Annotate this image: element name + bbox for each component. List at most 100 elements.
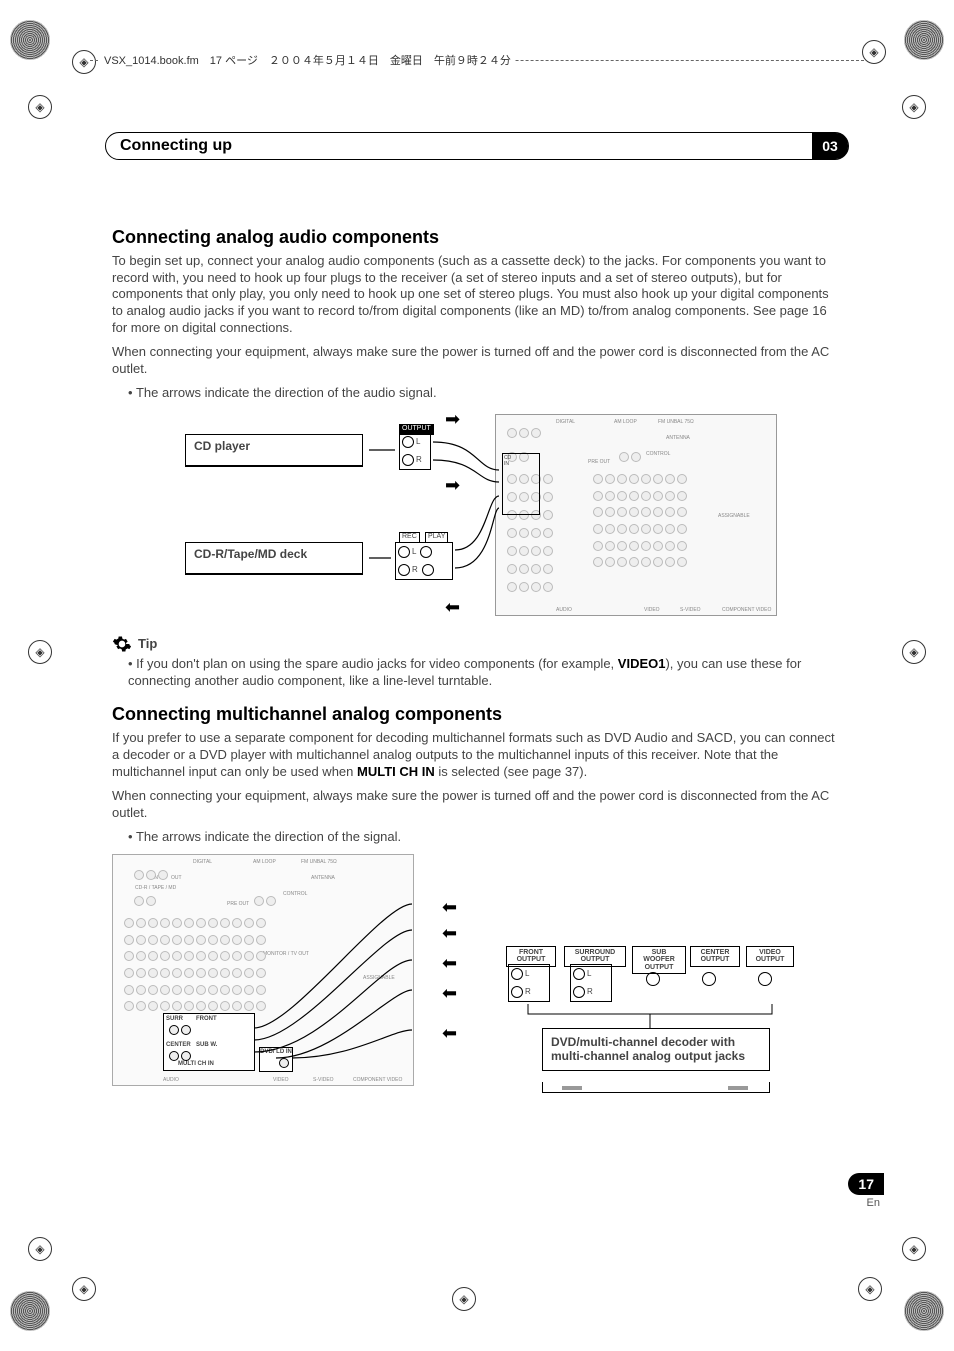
label-l: L <box>412 548 416 556</box>
page-content: Connecting analog audio components To be… <box>112 226 842 1124</box>
para-analog-intro: To begin set up, connect your analog aud… <box>112 253 842 336</box>
jack-surround-output: L R <box>570 964 612 1002</box>
jack-video <box>758 972 772 986</box>
para2-post: is selected (see page 37). <box>435 764 587 779</box>
register-mark-icon <box>862 40 886 64</box>
arrow-right-icon: ➡ <box>445 408 460 431</box>
panel-label-component: COMPONENT VIDEO <box>353 1077 402 1083</box>
label-r: R <box>412 566 418 574</box>
panel-label-out: OUT <box>171 875 182 881</box>
para-power-warning-2: When connecting your equipment, always m… <box>112 788 842 821</box>
register-mark-icon <box>902 1237 926 1261</box>
box-center-output: CENTER OUTPUT <box>690 946 740 967</box>
para-multichannel-intro: If you prefer to use a separate componen… <box>112 730 842 780</box>
panel-label-cdr: CD-R / TAPE / MD <box>135 885 176 891</box>
bullet-arrows-1: The arrows indicate the direction of the… <box>128 385 842 402</box>
device-foot <box>728 1086 748 1090</box>
tip-label: Tip <box>138 636 157 653</box>
jack-recorder: L R <box>395 542 453 580</box>
heading-connecting-analog: Connecting analog audio components <box>112 226 842 249</box>
diagram-analog-connection: CD player OUTPUT L R ➡ ➡ CD-R/Tape/MD de… <box>177 410 777 620</box>
heading-connecting-multichannel: Connecting multichannel analog component… <box>112 703 842 726</box>
label-sub: SUB W. <box>196 1042 217 1050</box>
panel-label-svideo: S-VIDEO <box>680 607 701 613</box>
label-r: R <box>525 988 531 996</box>
label-l: L <box>416 438 420 446</box>
arrow-left-icon: ⬅ <box>442 896 457 919</box>
panel-label-antenna: ANTENNA <box>311 875 335 881</box>
panel-label-video: VIDEO <box>644 607 660 613</box>
corner-decoration <box>10 20 50 60</box>
panel-label-fm: FM UNBAL 75Ω <box>301 859 337 865</box>
panel-label-preout: PRE OUT <box>227 901 249 907</box>
panel-label-antenna: ANTENNA <box>666 435 690 441</box>
label-l: L <box>587 970 591 978</box>
jack-center <box>702 972 716 986</box>
corner-decoration <box>904 1291 944 1331</box>
jack-subwoofer <box>646 972 660 986</box>
device-shape <box>185 458 363 467</box>
gear-icon <box>112 634 132 654</box>
print-header-text: VSX_1014.book.fm 17 ページ ２００４年５月１４日 金曜日 午… <box>100 52 515 68</box>
panel-label-control: CONTROL <box>283 891 307 897</box>
diagram-multichannel-connection: DIGITAL AM LOOP FM UNBAL 75Ω ANTENNA CD-… <box>112 854 832 1114</box>
arrow-left-icon: ⬅ <box>442 952 457 975</box>
para2-bold: MULTI CH IN <box>357 764 435 779</box>
arrow-right-icon: ➡ <box>445 474 460 497</box>
device-foot <box>562 1086 582 1090</box>
panel-label-control: CONTROL <box>646 451 670 457</box>
section-header-bar: Connecting up 03 <box>105 132 849 160</box>
bullet-tip: If you don't plan on using the spare aud… <box>128 656 842 689</box>
panel-label-fm: FM UNBAL 75Ω <box>658 419 694 425</box>
label-surr: SURR <box>166 1016 183 1024</box>
panel-label-preout: PRE OUT <box>588 459 610 465</box>
device-dvd-decoder-label: DVD/multi-channel decoder with multi-cha… <box>551 1035 745 1063</box>
page-language-label: En <box>867 1197 880 1209</box>
device-cdr-label: CD-R/Tape/MD deck <box>194 547 307 561</box>
page-number-badge: 17 <box>848 1173 884 1195</box>
panel-label-audio: AUDIO <box>556 607 572 613</box>
label-front: FRONT <box>196 1016 217 1024</box>
jack-front-output: L R <box>508 964 550 1002</box>
highlight-dvd-ld-in: DVD/ LD IN <box>259 1047 293 1072</box>
corner-decoration <box>10 1291 50 1331</box>
para-power-warning-1: When connecting your equipment, always m… <box>112 344 842 377</box>
label-subwoofer-output: SUB WOOFER OUTPUT <box>635 949 683 971</box>
highlight-multichin-section: SURR FRONT CENTER SUB W. MULTI CH IN <box>163 1013 255 1071</box>
receiver-rear-panel-2: DIGITAL AM LOOP FM UNBAL 75Ω ANTENNA CD-… <box>112 854 414 1086</box>
register-mark-icon <box>902 640 926 664</box>
corner-decoration <box>904 20 944 60</box>
section-header-title: Connecting up <box>120 137 232 155</box>
register-mark-icon <box>858 1277 882 1301</box>
register-mark-icon <box>28 1237 52 1261</box>
panel-label-video: VIDEO <box>273 1077 289 1083</box>
box-video-output: VIDEO OUTPUT <box>746 946 794 967</box>
label-video-output: VIDEO OUTPUT <box>749 949 791 964</box>
register-mark-icon <box>28 640 52 664</box>
receiver-rear-panel: DIGITAL AM LOOP FM UNBAL 75Ω ANTENNA CON… <box>495 414 777 616</box>
highlight-cd-jacks: CDIN <box>502 453 540 515</box>
label-r: R <box>587 988 593 996</box>
jack-cd-output: L R <box>399 432 431 470</box>
register-mark-icon <box>28 95 52 119</box>
register-mark-icon <box>72 50 96 74</box>
label-center-output: CENTER OUTPUT <box>693 949 737 964</box>
panel-label-amloop: AM LOOP <box>614 419 637 425</box>
label-l: L <box>525 970 529 978</box>
label-surround-output: SURROUND OUTPUT <box>567 949 623 964</box>
register-mark-icon <box>902 95 926 119</box>
panel-label-component: COMPONENT VIDEO <box>722 607 771 613</box>
arrow-left-icon: ⬅ <box>442 1022 457 1045</box>
tip-row: Tip <box>112 634 842 654</box>
device-dvd-decoder: DVD/multi-channel decoder with multi-cha… <box>542 1028 770 1071</box>
register-mark-icon <box>72 1277 96 1301</box>
panel-label-audio: AUDIO <box>163 1077 179 1083</box>
tip-text-pre: If you don't plan on using the spare aud… <box>136 656 618 671</box>
arrow-left-icon: ⬅ <box>442 922 457 945</box>
label-front-output: FRONT OUTPUT <box>509 949 553 964</box>
box-subwoofer-output: SUB WOOFER OUTPUT <box>632 946 686 974</box>
chapter-number-badge: 03 <box>812 133 848 159</box>
register-mark-icon <box>452 1287 476 1311</box>
panel-label-digital: DIGITAL <box>556 419 575 425</box>
label-dvd-ld-in: DVD/ LD IN <box>260 1049 292 1055</box>
